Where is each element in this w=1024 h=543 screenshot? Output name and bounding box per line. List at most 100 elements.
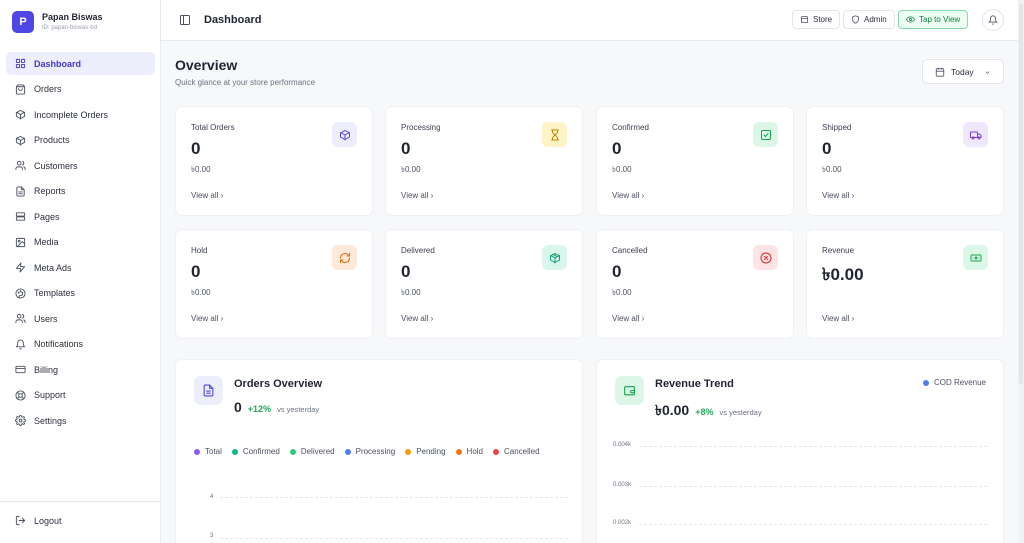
- view-all-link[interactable]: View all ›: [612, 191, 644, 200]
- view-all-label: View all: [822, 314, 850, 323]
- banknote-icon: [970, 254, 981, 261]
- sidebar-item-orders[interactable]: Orders: [6, 78, 155, 101]
- stat-label: Processing: [401, 123, 441, 132]
- support-icon: [15, 389, 26, 401]
- grid-line: [220, 538, 568, 539]
- logout-button[interactable]: Logout: [15, 515, 62, 526]
- dashboard-icon: [15, 58, 26, 69]
- user-name: Papan Biswas: [42, 12, 103, 22]
- date-range-select[interactable]: Today: [922, 59, 1004, 84]
- view-all-link[interactable]: View all ›: [612, 314, 644, 323]
- legend-item-pending[interactable]: Pending: [405, 440, 446, 463]
- overview-title: Overview: [175, 57, 238, 73]
- view-all-label: View all: [612, 314, 640, 323]
- chevron-right-icon: ›: [641, 191, 645, 200]
- stat-amount: ৳0.00: [612, 288, 632, 297]
- legend-item-delivered[interactable]: Delivered: [289, 440, 335, 463]
- view-all-label: View all: [191, 314, 219, 323]
- sidebar-item-notifications[interactable]: Notifications: [6, 333, 155, 356]
- view-all-label: View all: [401, 191, 429, 200]
- chevron-right-icon: ›: [430, 191, 434, 200]
- sidebar-item-label: Customers: [34, 160, 78, 171]
- revenue-trend-change: +8%: [695, 407, 714, 417]
- view-all-link[interactable]: View all ›: [191, 191, 223, 200]
- sidebar-item-customers[interactable]: Customers: [6, 154, 155, 177]
- stat-amount: ৳0.00: [191, 165, 211, 174]
- chevron-right-icon: ›: [220, 314, 224, 323]
- bell-icon: [988, 15, 998, 25]
- stat-card-revenue: Revenue ৳0.00 View all ›: [806, 229, 1004, 339]
- stat-icon-box: [542, 245, 567, 270]
- customers-icon: [15, 160, 26, 171]
- sidebar-item-label: Support: [34, 390, 66, 400]
- stat-icon-box: [332, 122, 357, 147]
- sidebar-item-media[interactable]: Media: [6, 231, 155, 254]
- legend-item-cancelled[interactable]: Cancelled: [493, 440, 540, 463]
- sidebar-item-pages[interactable]: Pages: [6, 205, 155, 228]
- legend-item-processing[interactable]: Processing: [344, 440, 395, 463]
- sidebar-item-support[interactable]: Support: [6, 384, 155, 407]
- view-all-link[interactable]: View all ›: [401, 191, 433, 200]
- stat-card-cancelled: Cancelled 0 ৳0.00 View all ›: [596, 229, 794, 339]
- notifications-button[interactable]: [982, 9, 1004, 31]
- logout-icon: [15, 515, 26, 526]
- document-icon: [203, 384, 214, 397]
- sidebar-item-meta-ads[interactable]: Meta Ads: [6, 256, 155, 279]
- legend-label: Delivered: [300, 447, 335, 456]
- chevron-right-icon: ›: [430, 314, 434, 323]
- legend-item-hold[interactable]: Hold: [455, 440, 483, 463]
- media-icon: [15, 237, 26, 247]
- date-range-value: Today: [951, 66, 974, 77]
- truck-icon: [969, 131, 981, 139]
- legend-label: Cancelled: [504, 447, 540, 456]
- tap-to-view-label: Tap to View: [919, 15, 961, 24]
- sidebar-item-billing[interactable]: Billing: [6, 358, 155, 381]
- legend-dot: [344, 448, 351, 455]
- chevron-right-icon: ›: [220, 191, 224, 200]
- avatar[interactable]: P: [12, 11, 34, 33]
- sidebar-item-products[interactable]: Products: [6, 129, 155, 152]
- stat-icon-box: [753, 245, 778, 270]
- sidebar-item-label: Orders: [34, 84, 62, 94]
- chevron-right-icon: ›: [851, 314, 855, 323]
- tap-to-view-button[interactable]: Tap to View: [898, 10, 969, 29]
- calendar-icon: [935, 67, 945, 77]
- admin-button[interactable]: Admin: [843, 10, 895, 29]
- cod-revenue-label: COD Revenue: [933, 378, 986, 387]
- sidebar-item-templates[interactable]: Templates: [6, 282, 155, 305]
- sidebar-item-reports[interactable]: Reports: [6, 180, 155, 203]
- legend-item-total[interactable]: Total: [194, 440, 222, 463]
- sidebar-item-label: Notifications: [34, 339, 84, 349]
- sidebar-item-settings[interactable]: Settings: [6, 409, 155, 432]
- cod-revenue-legend[interactable]: COD Revenue: [922, 378, 986, 387]
- hourglass-icon: [550, 129, 559, 140]
- orders-overview-title: Orders Overview: [234, 378, 323, 390]
- brand[interactable]: P Papan Biswas ID: papan-biswas-bd: [12, 11, 103, 33]
- legend-dot: [194, 448, 200, 455]
- revenue-trend-icon-box: [615, 376, 644, 405]
- view-all-link[interactable]: View all ›: [191, 314, 223, 323]
- legend-dot: [922, 379, 929, 386]
- sidebar-item-incomplete-orders[interactable]: Incomplete Orders: [6, 103, 155, 126]
- revenue-trend-vs: vs yesterday: [719, 408, 762, 417]
- stat-label: Revenue: [822, 246, 855, 255]
- sidebar-item-dashboard[interactable]: Dashboard: [6, 52, 155, 75]
- stat-label: Delivered: [401, 246, 435, 255]
- orders-overview-panel: Orders Overview 0 +12% vs yesterday Tota…: [175, 359, 583, 543]
- store-button[interactable]: Store: [792, 10, 841, 29]
- view-all-link[interactable]: View all ›: [401, 314, 433, 323]
- templates-icon: [15, 287, 26, 299]
- stat-value: 0: [401, 139, 411, 158]
- sidebar-toggle-icon[interactable]: [179, 14, 191, 26]
- view-all-link[interactable]: View all ›: [822, 314, 854, 323]
- legend-item-confirmed[interactable]: Confirmed: [231, 440, 280, 463]
- legend-label: Total: [205, 447, 222, 456]
- page-scrollbar[interactable]: [1018, 0, 1024, 543]
- chevron-right-icon: ›: [851, 191, 855, 200]
- y-tick: 0.003k: [613, 482, 632, 488]
- scrollbar-thumb[interactable]: [1019, 4, 1023, 384]
- view-all-link[interactable]: View all ›: [822, 191, 854, 200]
- sidebar-item-users[interactable]: Users: [6, 307, 155, 330]
- sidebar: P Papan Biswas ID: papan-biswas-bd Dashb…: [0, 0, 161, 543]
- sidebar-item-label: Pages: [34, 211, 60, 222]
